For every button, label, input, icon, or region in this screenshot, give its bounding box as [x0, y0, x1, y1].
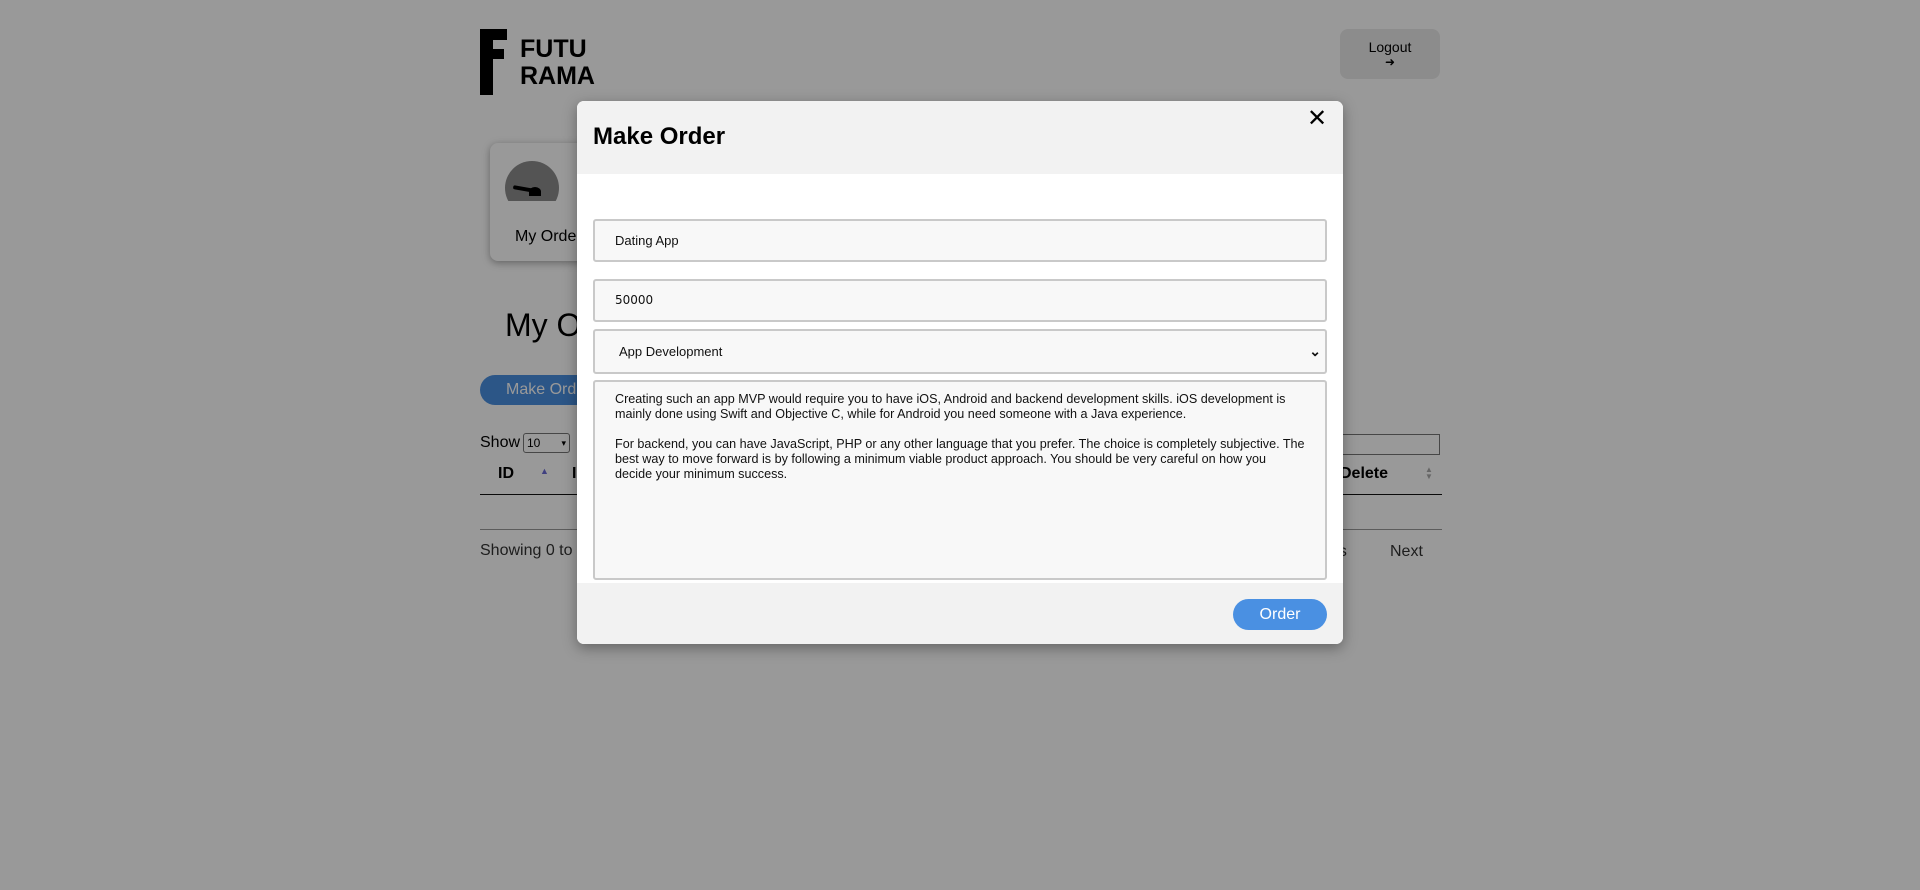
page-root: FUTU RAMA Logout ➜ My Orde My O Make Ord… — [0, 0, 1920, 890]
chevron-down-icon: ⌄ — [1309, 343, 1321, 359]
order-submit-button[interactable]: Order — [1233, 599, 1327, 630]
modal-header: Make Order ✕ — [577, 101, 1343, 174]
modal-title: Make Order — [593, 123, 726, 150]
description-textarea[interactable]: Creating such an app MVP would require y… — [593, 380, 1327, 580]
order-name-input[interactable]: Dating App — [593, 219, 1327, 262]
order-price-input[interactable]: 50000 — [593, 279, 1327, 322]
category-select[interactable]: App Development ⌄ — [593, 329, 1327, 374]
make-order-modal: Make Order ✕ Dating App 50000 App Develo… — [577, 101, 1343, 644]
close-icon[interactable]: ✕ — [1307, 107, 1327, 131]
modal-footer: Order — [577, 583, 1343, 644]
category-selected-value: App Development — [619, 344, 723, 359]
